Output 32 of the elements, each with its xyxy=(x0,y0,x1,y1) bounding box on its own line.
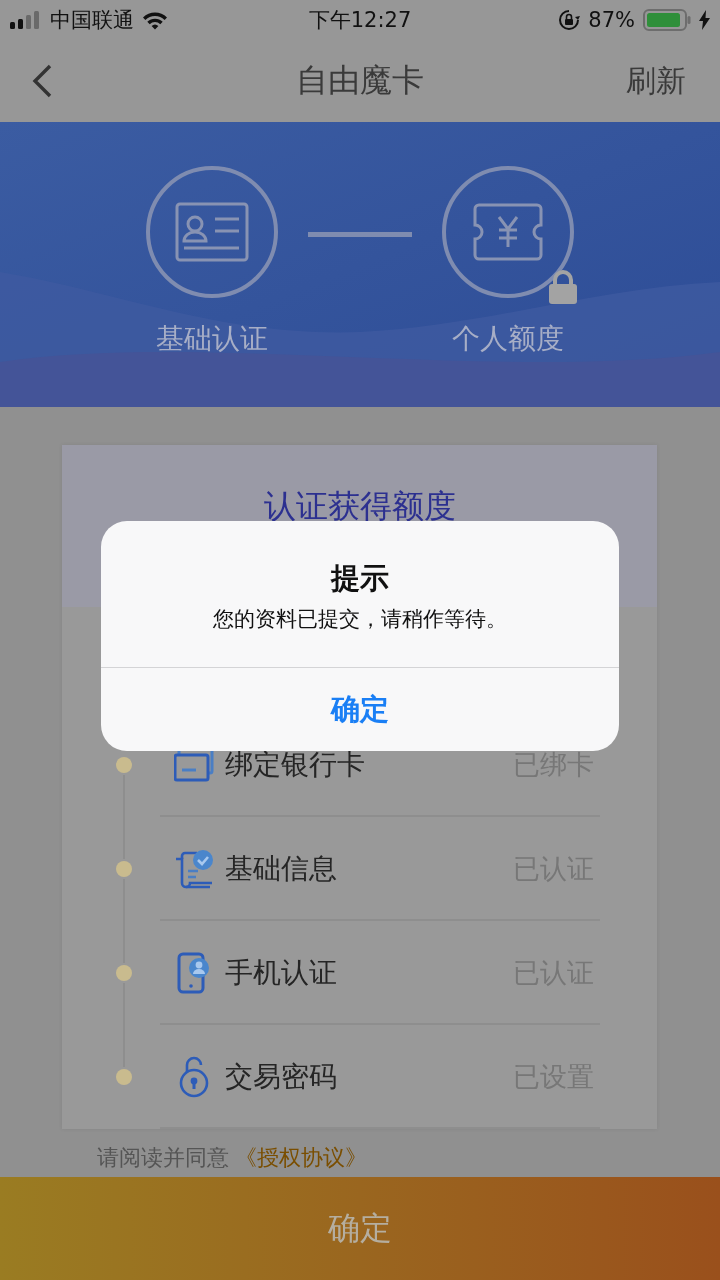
ticket-icon xyxy=(473,203,543,261)
signal-icon xyxy=(10,11,42,29)
item-label: 基础信息 xyxy=(225,851,338,887)
confirm-button[interactable]: 确定 xyxy=(0,1177,720,1280)
agreement-link[interactable]: 《授权协议》 xyxy=(235,1145,367,1171)
dialog-message: 您的资料已提交，请稍作等待。 xyxy=(213,606,507,633)
agreement-text: 请阅读并同意 xyxy=(97,1145,229,1171)
item-label: 交易密码 xyxy=(225,1059,338,1095)
bank-card-icon xyxy=(174,748,214,782)
battery-icon xyxy=(643,9,691,31)
page-title: 自由魔卡 xyxy=(296,60,424,101)
carrier-name: 中国联通 xyxy=(50,7,134,34)
charging-bolt-icon xyxy=(699,10,710,30)
id-card-icon xyxy=(175,202,249,262)
back-button[interactable] xyxy=(30,63,54,99)
phone-user-icon xyxy=(177,952,211,994)
wifi-icon xyxy=(142,10,168,30)
item-label: 手机认证 xyxy=(225,955,338,991)
document-check-icon xyxy=(174,849,214,889)
step-label: 个人额度 xyxy=(452,321,564,357)
open-padlock-icon xyxy=(178,1056,210,1098)
timeline-dot xyxy=(116,1069,132,1085)
timeline-dot xyxy=(116,861,132,877)
battery-percent: 87% xyxy=(588,8,635,32)
card-title: 认证获得额度 xyxy=(263,486,456,527)
timeline-dot xyxy=(116,965,132,981)
clock-time: 下午12:27 xyxy=(308,8,412,32)
timeline-dot xyxy=(116,757,132,773)
refresh-button[interactable]: 刷新 xyxy=(626,60,686,102)
rotation-lock-icon xyxy=(558,9,581,31)
dialog-title: 提示 xyxy=(331,560,389,597)
step-label: 基础认证 xyxy=(156,321,268,357)
